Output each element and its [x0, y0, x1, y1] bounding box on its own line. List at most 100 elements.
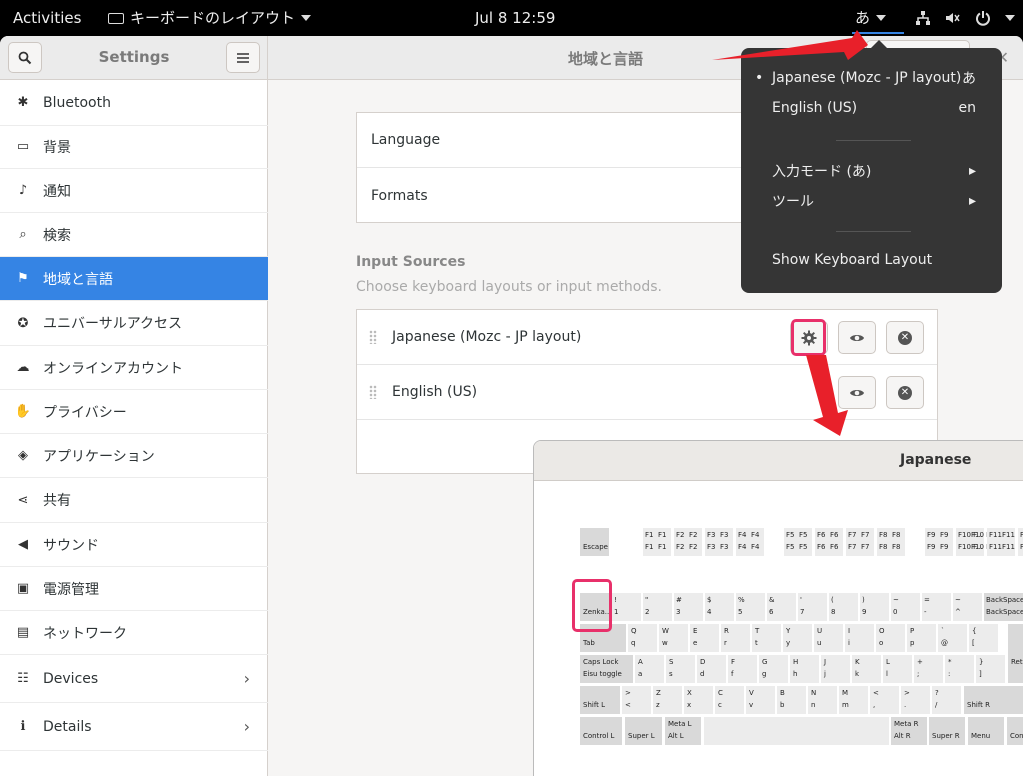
- sidebar-item-applications[interactable]: ◈ アプリケーション: [0, 434, 268, 478]
- power-icon: ▣: [16, 581, 30, 596]
- sidebar-item-bell[interactable]: ♪ 通知: [0, 169, 268, 213]
- input-source-remove-button[interactable]: ✕: [886, 376, 924, 409]
- sidebar-item-share[interactable]: ⋖ 共有: [0, 478, 268, 523]
- letter-key: {[: [969, 624, 998, 652]
- sidebar-item-network[interactable]: ▤ ネットワーク: [0, 611, 268, 655]
- clock[interactable]: Jul 8 12:59: [475, 0, 555, 36]
- function-key: F12F12F12F12: [1018, 528, 1023, 556]
- menu-item-show-keyboard-layout[interactable]: Show Keyboard Layout: [772, 252, 976, 268]
- menu-separator: [836, 231, 911, 232]
- bluetooth-icon: ✱: [17, 95, 29, 110]
- sidebar-item-info[interactable]: ℹ Details ›: [0, 703, 268, 751]
- input-source-preview-button[interactable]: [838, 321, 876, 354]
- sidebar-item-label: アプリケーション: [43, 448, 155, 465]
- number-key: & 6: [767, 593, 796, 621]
- keyboard-window-header: Japanese: [534, 441, 1023, 481]
- letter-key: Kk: [852, 655, 881, 683]
- menu-item-tools[interactable]: ツール ▸: [772, 191, 976, 211]
- cloud-icon: ☁: [16, 360, 30, 375]
- super-left-key: Super L: [625, 717, 662, 745]
- letter-key: Pp: [907, 624, 936, 652]
- number-key: ~0: [891, 593, 920, 621]
- accessibility-icon: ✪: [17, 315, 29, 331]
- highlight-box: [572, 579, 612, 632]
- input-method-indicator[interactable]: あ: [851, 0, 905, 36]
- system-tray[interactable]: [915, 0, 1015, 36]
- letter-key: ` @: [938, 624, 967, 652]
- letter-key: Mm: [839, 686, 868, 714]
- eye-icon: [850, 389, 864, 396]
- network-icon: [916, 11, 930, 25]
- sidebar-item-accessibility[interactable]: ✪ ユニバーサルアクセス: [0, 301, 268, 346]
- devices-icon: ☷: [17, 671, 29, 686]
- number-key: ' 7: [798, 593, 827, 621]
- applications-icon: ◈: [18, 448, 28, 463]
- input-source-remove-button[interactable]: ✕: [886, 321, 924, 354]
- super-right-key: Super R: [929, 717, 965, 745]
- caps-lock-key: Caps Lock Eisu toggle: [580, 655, 633, 683]
- keyboard-icon: [108, 12, 124, 24]
- drag-handle-icon[interactable]: [369, 385, 377, 399]
- menu-item-japanese[interactable]: • Japanese (Mozc - JP layout) あ: [755, 68, 976, 88]
- letter-key: Ww: [659, 624, 688, 652]
- info-icon: ℹ: [20, 719, 26, 734]
- app-menu[interactable]: キーボードのレイアウト: [108, 0, 312, 36]
- function-key: F9 F9 F9 F9: [925, 528, 953, 556]
- sidebar-item-bluetooth[interactable]: ✱ Bluetooth: [0, 80, 268, 126]
- sidebar-item-label: 通知: [43, 183, 71, 200]
- sidebar-item-hand[interactable]: ✋ プライバシー: [0, 390, 268, 434]
- letter-key: Gg: [759, 655, 788, 683]
- sidebar-item-speaker[interactable]: ◀ サウンド: [0, 523, 268, 567]
- sidebar-item-flag[interactable]: ⚑ 地域と言語: [0, 257, 268, 301]
- number-key: (8: [829, 593, 858, 621]
- input-source-label: Japanese (Mozc - JP layout): [392, 329, 582, 345]
- sidebar-item-label: オンラインアカウント: [43, 360, 183, 377]
- menu-item-input-mode[interactable]: 入力モード (あ) ▸: [772, 161, 976, 181]
- hand-icon: ✋: [14, 404, 32, 419]
- shift-right-key: Shift R: [964, 686, 1023, 714]
- language-label: Language: [371, 132, 441, 148]
- letter-key: Zz: [653, 686, 682, 714]
- bell-icon: ♪: [18, 183, 28, 198]
- function-key: F11 F11 F11 F11: [987, 528, 1015, 556]
- function-key: F6 F6 F6 F6: [815, 528, 843, 556]
- chevron-down-icon: [301, 15, 312, 21]
- sidebar-item-label: Details: [43, 718, 92, 735]
- letter-key: Ff: [728, 655, 757, 683]
- sidebar-item-power[interactable]: ▣ 電源管理: [0, 567, 268, 611]
- sidebar-item-cloud[interactable]: ☁ オンラインアカウント: [0, 346, 268, 390]
- hamburger-icon: [237, 52, 249, 63]
- background-icon: ▭: [16, 139, 30, 154]
- input-source-row[interactable]: English (US) ✕: [357, 365, 937, 420]
- letter-key: +;: [914, 655, 943, 683]
- app-menu-label: キーボードのレイアウト: [130, 9, 296, 27]
- number-key: ) 9: [860, 593, 889, 621]
- letter-key: Bb: [777, 686, 806, 714]
- input-source-row[interactable]: Japanese (Mozc - JP layout) ✕: [357, 310, 937, 365]
- letter-key: Vv: [746, 686, 775, 714]
- sidebar-item-label: 背景: [43, 139, 71, 156]
- drag-handle-icon[interactable]: [369, 330, 377, 344]
- input-sources-subtitle: Choose keyboard layouts or input methods…: [356, 279, 662, 295]
- sidebar-item-label: ネットワーク: [43, 625, 127, 642]
- backspace-key: BackSpace BackSpace: [984, 593, 1023, 621]
- ime-label: あ: [855, 9, 871, 27]
- sidebar-item-devices[interactable]: ☷ Devices ›: [0, 655, 268, 703]
- letter-key: Ll: [883, 655, 912, 683]
- sidebar-item-label: ユニバーサルアクセス: [43, 316, 183, 332]
- input-source-preview-button[interactable]: [838, 376, 876, 409]
- input-sources-title: Input Sources: [356, 254, 466, 270]
- function-key: F7 F7 F7 F7: [846, 528, 874, 556]
- sidebar-item-background[interactable]: ▭ 背景: [0, 125, 268, 169]
- number-key: ! 1: [612, 593, 641, 621]
- control-right-key: Contr...: [1007, 717, 1023, 745]
- sidebar-item-search[interactable]: ⌕ 検索: [0, 213, 268, 257]
- activities-button[interactable]: Activities: [13, 0, 81, 36]
- menu-item-english[interactable]: English (US) en: [772, 100, 976, 116]
- sidebar-item-label: プライバシー: [43, 404, 127, 421]
- function-key: F4 F4 F4 F4: [736, 528, 764, 556]
- function-key: F5 F5 F5 F5: [784, 528, 812, 556]
- chevron-down-icon: [1005, 15, 1015, 21]
- menu-button[interactable]: [226, 42, 260, 73]
- alt-right-key: Meta R Alt R: [891, 717, 927, 745]
